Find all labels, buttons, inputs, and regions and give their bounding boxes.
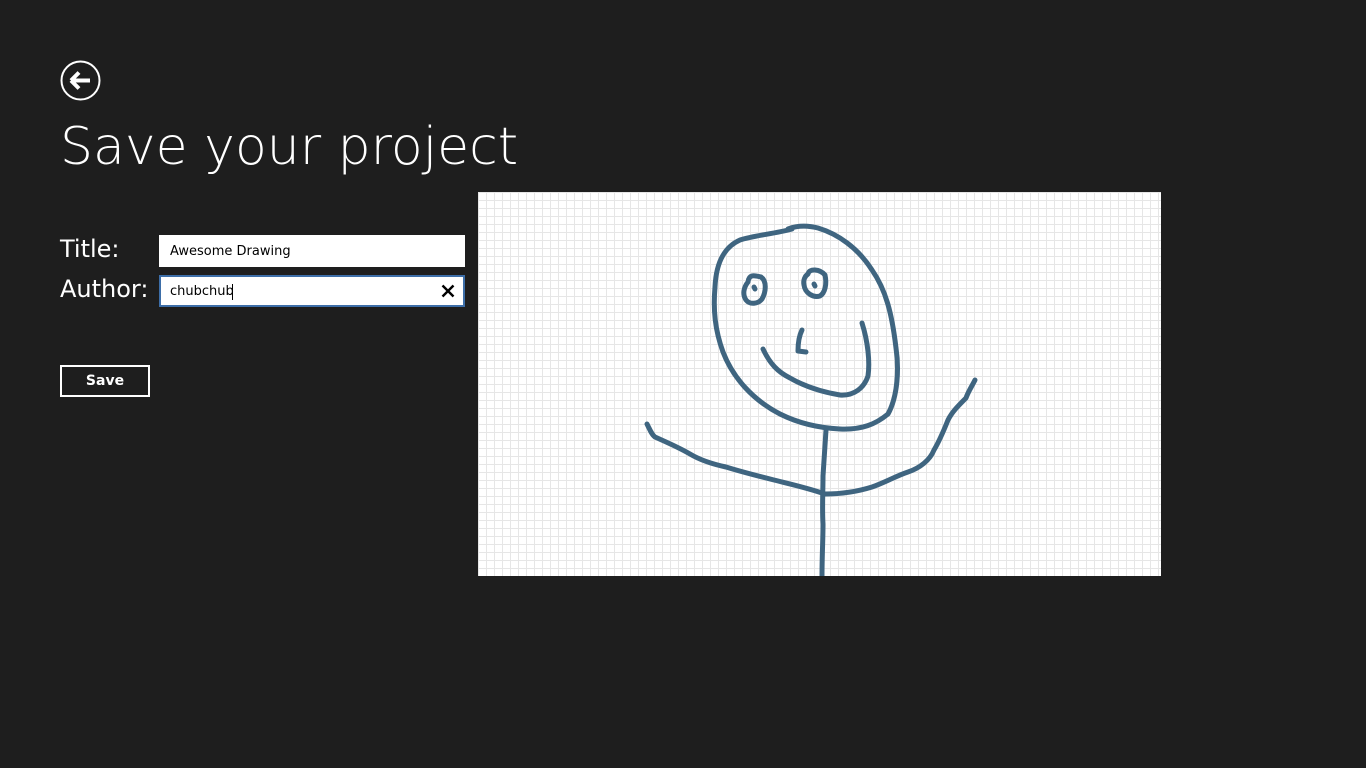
right-pupil bbox=[811, 281, 818, 289]
close-icon bbox=[441, 284, 455, 298]
text-caret bbox=[232, 284, 233, 300]
page-title: Save your project bbox=[60, 117, 519, 177]
author-input[interactable] bbox=[161, 277, 463, 305]
author-label: Author: bbox=[60, 275, 149, 303]
back-button[interactable] bbox=[60, 60, 101, 101]
drawing-preview bbox=[478, 192, 1161, 576]
save-project-page: Save your project Title: Author: Save bbox=[0, 0, 1366, 768]
left-arm bbox=[644, 421, 828, 497]
left-pupil bbox=[751, 284, 758, 292]
title-input[interactable] bbox=[161, 237, 463, 265]
title-label: Title: bbox=[60, 235, 120, 263]
title-field-container bbox=[159, 235, 465, 267]
back-arrow-icon bbox=[60, 60, 101, 101]
body bbox=[819, 427, 829, 576]
head-outline bbox=[711, 223, 900, 432]
smile bbox=[760, 320, 872, 398]
clear-author-button[interactable] bbox=[433, 277, 463, 305]
stick-figure-drawing bbox=[644, 223, 978, 576]
author-field-container bbox=[159, 275, 465, 307]
save-button[interactable]: Save bbox=[60, 365, 150, 397]
nose bbox=[795, 327, 809, 355]
